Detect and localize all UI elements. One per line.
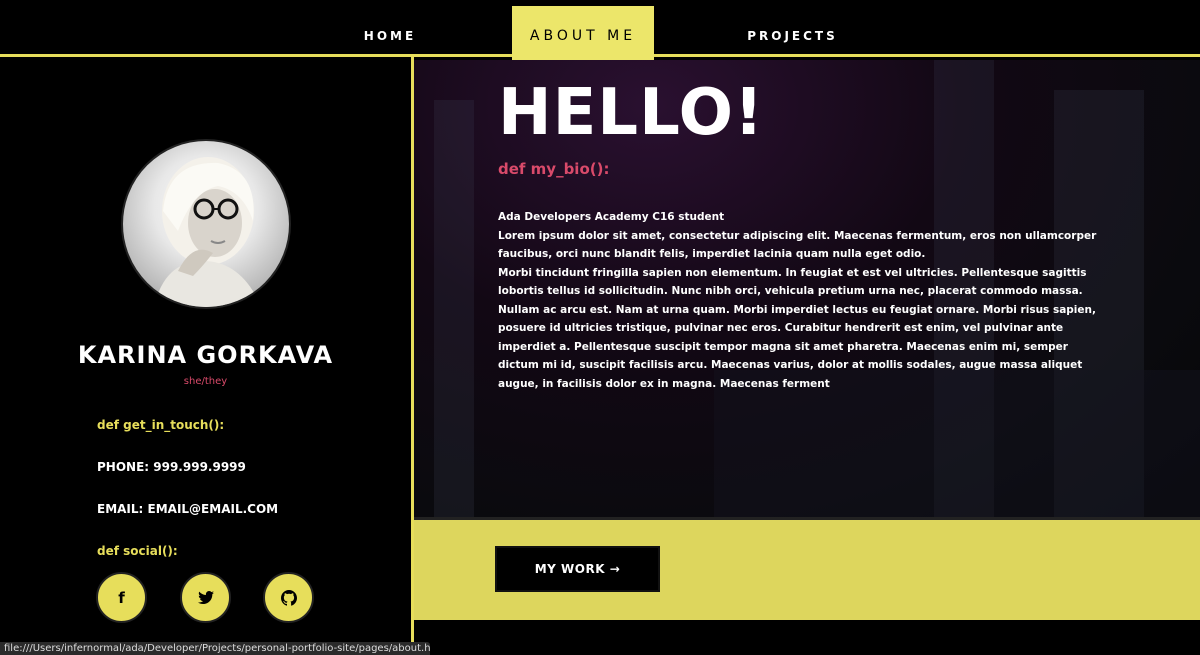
portrait-illustration	[153, 157, 262, 307]
twitter-button[interactable]	[180, 572, 231, 623]
github-icon	[280, 589, 297, 606]
bio-heading: def my_bio():	[498, 160, 610, 178]
page-title: HELLO!	[498, 76, 765, 150]
nav-about-link[interactable]: ABOUT ME	[512, 6, 654, 66]
facebook-button[interactable]: f	[96, 572, 147, 623]
email-text: EMAIL: EMAIL@EMAIL.COM	[97, 502, 279, 516]
profile-pronouns: she/they	[183, 376, 228, 387]
profile-name: KARINA GORKAVA	[77, 341, 334, 369]
twitter-icon	[197, 590, 214, 604]
bio-paragraph: Nullam ac arcu est. Nam at urna quam. Mo…	[498, 303, 1096, 390]
background-building	[434, 100, 474, 518]
profile-sidebar: KARINA GORKAVA she/they def get_in_touch…	[0, 60, 411, 655]
bio-paragraph: Lorem ipsum dolor sit amet, consectetur …	[498, 229, 1097, 261]
social-heading: def social():	[97, 544, 178, 558]
phone-text: PHONE: 999.999.9999	[97, 460, 246, 474]
contact-heading: def get_in_touch():	[97, 418, 225, 432]
github-button[interactable]	[263, 572, 314, 623]
about-hero: HELLO! def my_bio(): Ada Developers Acad…	[414, 60, 1200, 518]
facebook-icon: f	[118, 588, 125, 607]
bio-text: Ada Developers Academy C16 student Lorem…	[498, 208, 1110, 393]
browser-status-url: file:///Users/infernormal/ada/Developer/…	[0, 642, 430, 655]
footer-strip	[414, 620, 1200, 655]
avatar	[121, 139, 291, 309]
my-work-button[interactable]: MY WORK →	[495, 546, 660, 592]
bio-paragraph: Ada Developers Academy C16 student	[498, 211, 725, 223]
bio-paragraph: Morbi tincidunt fringilla sapien non ele…	[498, 266, 1087, 298]
